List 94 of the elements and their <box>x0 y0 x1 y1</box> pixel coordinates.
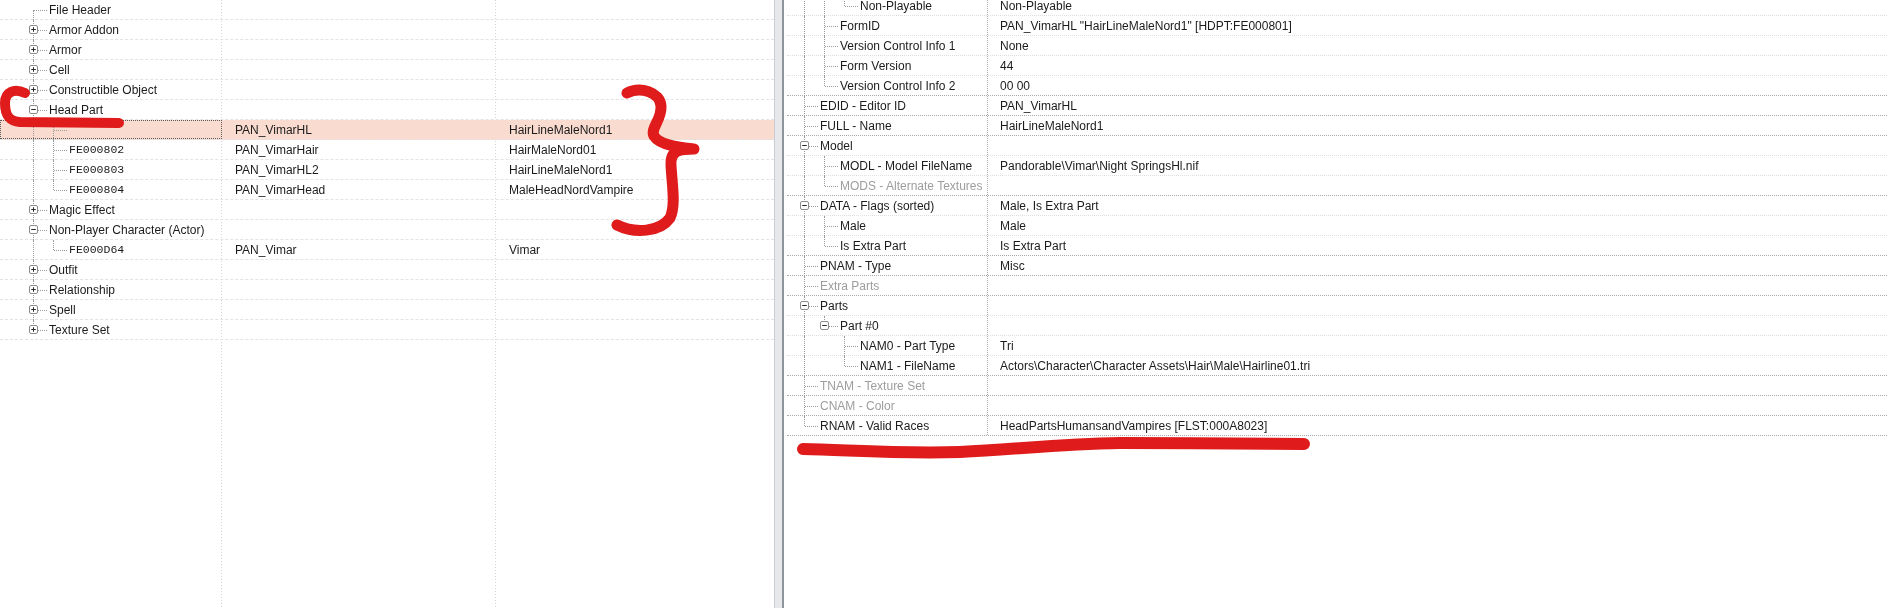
minus-box-icon[interactable] <box>28 105 38 114</box>
record-name: HairMaleNord01 <box>509 142 597 157</box>
plus-box-icon[interactable] <box>28 45 38 54</box>
field-value: PAN_VimarHL "HairLineMaleNord1" [HDPT:FE000801] <box>1000 19 1292 32</box>
plus-box-icon[interactable] <box>28 305 38 314</box>
field-value: Male <box>1000 219 1026 232</box>
tree-row[interactable]: PAN_VimarHL HairLineMaleNord1 <box>0 120 774 140</box>
category-label: Constructible Object <box>49 82 158 97</box>
field-value: Pandorable\Vimar\Night SpringsHl.nif <box>1000 159 1199 172</box>
plus-box-icon[interactable] <box>28 65 38 74</box>
tree-row[interactable]: Spell <box>0 300 774 320</box>
category-label: Outfit <box>49 262 78 277</box>
field-label: MODS - Alternate Textures <box>840 179 983 192</box>
field-label: RNAM - Valid Races <box>820 419 930 432</box>
field-label: TNAM - Texture Set <box>820 379 926 392</box>
category-label: Armor Addon <box>49 22 120 37</box>
field-value: Actors\Character\Character Assets\Hair\Male\Hairline01.tri <box>1000 359 1311 372</box>
minus-box-icon[interactable] <box>799 301 809 310</box>
field-label: NAM1 - FileName <box>860 359 956 372</box>
tree-row[interactable]: FE000803 PAN_VimarHL2 HairLineMaleNord1 <box>0 160 774 180</box>
plus-box-icon[interactable] <box>28 25 38 34</box>
record-name: HairLineMaleNord1 <box>509 122 613 137</box>
category-label: Armor <box>49 42 82 57</box>
field-label: Form Version <box>840 59 912 72</box>
form-id: FE000802 <box>69 142 125 157</box>
field-label: DATA - Flags (sorted) <box>820 199 935 212</box>
category-label: Relationship <box>49 282 116 297</box>
tree-row[interactable]: File Header <box>0 0 774 20</box>
field-value: HeadPartsHumansandVampires [FLST:000A8023] <box>1000 419 1268 432</box>
tree-row[interactable]: Non-Player Character (Actor) <box>0 220 774 240</box>
editor-id: PAN_Vimar <box>235 242 297 257</box>
field-label: FULL - Name <box>820 119 892 132</box>
tree-row[interactable]: Magic Effect <box>0 200 774 220</box>
tree-row[interactable]: Armor Addon <box>0 20 774 40</box>
field-value: PAN_VimarHL <box>1000 99 1077 112</box>
field-value: HairLineMaleNord1 <box>1000 119 1104 132</box>
tree-row[interactable]: FE000D64 PAN_Vimar Vimar <box>0 240 774 260</box>
minus-box-icon[interactable] <box>819 321 829 330</box>
field-label: Version Control Info 2 <box>840 79 956 92</box>
tree-row[interactable]: Constructible Object <box>0 80 774 100</box>
category-label: Magic Effect <box>49 202 115 217</box>
field-value: Tri <box>1000 339 1014 352</box>
category-label: Texture Set <box>49 322 110 337</box>
form-id: FE000803 <box>69 162 125 177</box>
field-value: 00 00 <box>1000 79 1031 92</box>
field-value: Misc <box>1000 259 1025 272</box>
tree-row[interactable]: Armor <box>0 40 774 60</box>
field-value: Male, Is Extra Part <box>1000 199 1099 212</box>
tree-row[interactable]: Texture Set <box>0 320 774 340</box>
category-label: Cell <box>49 62 70 77</box>
plus-box-icon[interactable] <box>28 205 38 214</box>
category-label: File Header <box>49 2 112 17</box>
minus-box-icon[interactable] <box>28 225 38 234</box>
tree-row[interactable]: Cell <box>0 60 774 80</box>
field-label: CNAM - Color <box>820 399 895 412</box>
field-label: Extra Parts <box>820 279 880 292</box>
record-name: Vimar <box>509 242 541 257</box>
field-label: MODL - Model FileName <box>840 159 973 172</box>
tree-row[interactable]: Outfit <box>0 260 774 280</box>
plus-box-icon[interactable] <box>28 265 38 274</box>
field-label: Male <box>840 219 866 232</box>
field-label: Parts <box>820 299 848 312</box>
field-value: 44 <box>1000 59 1014 72</box>
field-label: Part #0 <box>840 319 879 332</box>
tree-row[interactable]: FE000802 PAN_VimarHair HairMaleNord01 <box>0 140 774 160</box>
field-label: Non-Playable <box>860 0 933 12</box>
record-name: HairLineMaleNord1 <box>509 162 613 177</box>
plus-box-icon[interactable] <box>28 85 38 94</box>
form-id: FE000804 <box>69 182 125 197</box>
category-label: Non-Player Character (Actor) <box>49 222 205 237</box>
field-label: PNAM - Type <box>820 259 892 272</box>
category-label: Head Part <box>49 102 104 117</box>
plus-box-icon[interactable] <box>28 285 38 294</box>
field-label: EDID - Editor ID <box>820 99 906 112</box>
record-name: MaleHeadNordVampire <box>509 182 634 197</box>
category-label: Spell <box>49 302 76 317</box>
minus-box-icon[interactable] <box>799 141 809 150</box>
field-label: Version Control Info 1 <box>840 39 956 52</box>
tree-row[interactable]: FE000804 PAN_VimarHead MaleHeadNordVampire <box>0 180 774 200</box>
editor-id: PAN_VimarHair <box>235 142 319 157</box>
editor-id: PAN_VimarHL <box>235 122 312 137</box>
field-value: Non-Playable <box>1000 0 1073 12</box>
field-label: Is Extra Part <box>840 239 907 252</box>
plus-box-icon[interactable] <box>28 325 38 334</box>
tree-row[interactable]: Relationship <box>0 280 774 300</box>
field-label: Model <box>820 139 853 152</box>
field-label: FormID <box>840 19 880 32</box>
editor-id: PAN_VimarHL2 <box>235 162 319 177</box>
field-label: NAM0 - Part Type <box>860 339 956 352</box>
form-id: FE000D64 <box>69 242 125 257</box>
editor-id: PAN_VimarHead <box>235 182 326 197</box>
field-value: Is Extra Part <box>1000 239 1067 252</box>
field-value: None <box>1000 39 1029 52</box>
minus-box-icon[interactable] <box>799 201 809 210</box>
